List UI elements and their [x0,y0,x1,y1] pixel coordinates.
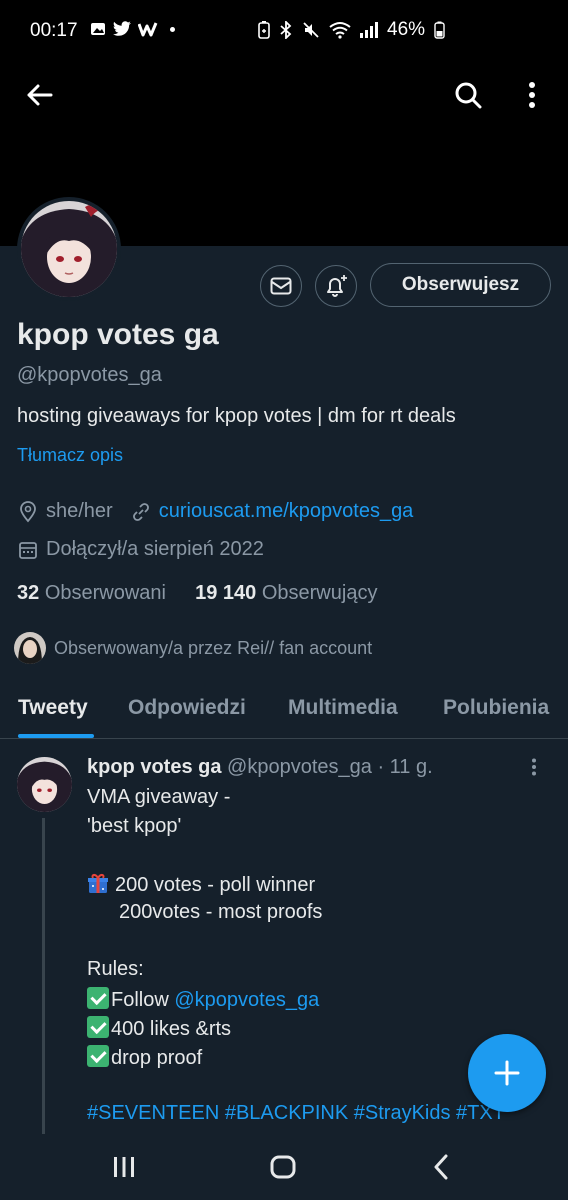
back-button[interactable] [17,73,61,117]
tweet-line: Rules: [87,958,144,980]
tweet-line: 'best kpop' [87,815,182,837]
tweet-hashtags: #SEVENTEEN #BLACKPINK #StrayKids #TXT [87,1102,553,1125]
tweet-author-handle[interactable]: @kpopvotes_ga [227,756,372,778]
message-button[interactable] [260,265,302,307]
profile-handle: @kpopvotes_ga [17,364,162,386]
home-button[interactable] [270,1155,296,1179]
battery-percent: 46% [387,19,426,40]
mention-link[interactable]: @kpopvotes_ga [174,989,319,1011]
tweet-header: kpop votes ga @kpopvotes_ga · 11 g. [87,756,433,779]
profile-website-link[interactable]: curiouscat.me/kpopvotes_ga [159,500,414,523]
thread-line [42,818,45,1134]
search-icon [454,81,482,109]
tab-media[interactable]: Multimedia [288,696,398,720]
more-vertical-icon [528,82,536,108]
tweet-text: 200 votes - poll winner [115,874,316,896]
active-tab-indicator [18,734,94,738]
plus-icon [494,1060,520,1086]
follow-counts: 32 Obserwowani 19 140 Obserwujący [17,582,377,605]
tab-likes[interactable]: Polubienia [443,696,549,720]
following-count: 32 [17,582,40,604]
tweet-line: Follow @kpopvotes_ga [87,987,319,1012]
followers-count: 19 140 [195,582,257,604]
tweet-text: Follow [111,989,175,1011]
tab-replies[interactable]: Odpowiedzi [128,696,246,720]
profile-name: kpop votes ga [17,318,219,351]
joined-date: Dołączył/a sierpień 2022 [46,538,264,560]
recent-apps-button[interactable] [112,1156,136,1178]
profile-tabs: Tweety Odpowiedzi Multimedia Polubienia [0,682,568,739]
followers-label: Obserwujący [261,582,378,604]
gallery-icon [90,21,106,37]
tweet-line: 200votes - most proofs [119,901,323,923]
app-w-icon [138,21,158,37]
dot-icon [170,26,175,32]
tweet-time: · 11 g. [377,756,433,778]
profile-avatar[interactable] [17,197,121,301]
more-vertical-icon [531,758,537,776]
tweet-text: 400 likes &rts [111,1018,232,1040]
notification-icons [90,21,175,37]
check-icon [87,987,109,1009]
tweet-line: VMA giveaway - [87,786,231,808]
twitter-icon [112,21,132,37]
tweet-avatar[interactable] [17,757,72,812]
bluetooth-icon [279,21,293,39]
recents-icon [112,1156,136,1178]
tweet-author-name[interactable]: kpop votes ga [87,756,221,778]
pronouns: she/her [46,500,113,522]
battery-icon [434,21,445,39]
joined-row: Dołączył/a sierpień 2022 [18,538,264,561]
gift-icon [87,872,109,894]
system-nav-bar [0,1134,568,1200]
profile-meta-row: she/her curiouscat.me/kpopvotes_ga [18,500,413,523]
profile-bio: hosting giveaways for kpop votes | dm fo… [17,405,456,427]
check-icon [87,1016,109,1038]
following-label: Obserwowani [44,582,166,604]
following-button[interactable]: Obserwujesz [370,263,551,307]
chevron-left-icon [433,1154,449,1180]
status-bar: 00:17 46% [0,0,568,66]
bell-plus-icon [323,273,349,299]
tweet-text: drop proof [111,1047,203,1069]
status-time: 00:17 [30,20,78,41]
mail-icon [270,277,292,295]
following-link[interactable]: 32 Obserwowani [17,582,166,604]
calendar-icon [18,540,38,560]
followed-by-text: Obserwowany/a przez Rei// fan account [54,637,373,658]
search-button[interactable] [446,73,490,117]
tweet-line: drop proof [87,1045,202,1070]
tweet-more-button[interactable] [531,758,537,776]
followed-by-row[interactable]: Obserwowany/a przez Rei// fan account [14,632,372,664]
mute-icon [302,21,320,39]
avatar-image [21,201,117,297]
notifications-button[interactable] [315,265,357,307]
back-nav-button[interactable] [433,1154,449,1180]
system-icons: 46% [258,19,445,41]
translate-bio-link[interactable]: Tłumacz opis [17,445,123,466]
check-icon [87,1045,109,1067]
link-icon [131,502,151,522]
more-button[interactable] [510,73,554,117]
tweet-line: 400 likes &rts [87,1016,231,1041]
follower-avatar [14,632,46,664]
signal-icon [360,22,378,38]
battery-saver-icon [258,21,270,39]
home-icon [270,1155,296,1179]
location-icon [18,500,38,523]
followers-link[interactable]: 19 140 Obserwujący [195,582,377,604]
tweet-line: 200 votes - poll winner [87,872,315,897]
compose-tweet-button[interactable] [468,1034,546,1112]
hashtag-links[interactable]: #SEVENTEEN #BLACKPINK #StrayKids #TXT [87,1102,505,1124]
wifi-icon [329,21,351,39]
tab-tweets[interactable]: Tweety [18,696,88,720]
arrow-left-icon [25,83,53,107]
